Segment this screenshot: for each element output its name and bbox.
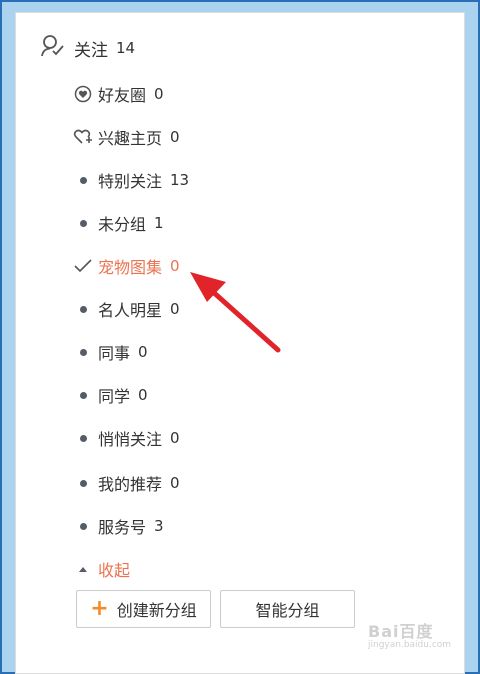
group-label: 名人明星 — [98, 301, 163, 320]
group-item-service-accounts[interactable]: 服务号 3 — [72, 514, 164, 538]
group-label: 我的推荐 — [98, 475, 163, 494]
smart-group-label: 智能分组 — [255, 601, 320, 620]
group-count: 0 — [170, 474, 180, 492]
group-item-special-follow[interactable]: 特别关注 13 — [72, 168, 189, 192]
group-item-colleagues[interactable]: 同事 0 — [72, 340, 148, 364]
group-label: 同学 — [98, 387, 131, 406]
group-count: 0 — [170, 300, 180, 318]
plus-icon: + — [90, 596, 109, 621]
collapse-link[interactable]: 收起 — [72, 557, 130, 581]
user-check-icon — [40, 34, 74, 63]
bullet-icon — [72, 298, 94, 320]
watermark-logo: Bai百度 — [368, 622, 434, 641]
group-count: 0 — [154, 85, 164, 103]
group-count: 0 — [138, 386, 148, 404]
group-label: 宠物图集 — [98, 258, 163, 277]
bullet-icon — [72, 341, 94, 363]
group-count: 1 — [154, 214, 164, 232]
bullet-icon — [72, 515, 94, 537]
bullet-icon — [72, 427, 94, 449]
create-group-button[interactable]: + 创建新分组 — [76, 590, 211, 628]
group-item-pet-gallery[interactable]: 宠物图集 0 — [72, 254, 180, 278]
bullet-icon — [72, 169, 94, 191]
heart-circle-icon — [72, 83, 94, 105]
group-count: 13 — [170, 171, 190, 189]
follow-count: 14 — [116, 39, 136, 57]
group-label: 特别关注 — [98, 172, 163, 191]
group-label: 兴趣主页 — [98, 129, 163, 148]
follow-label: 关注 — [74, 40, 108, 61]
group-item-my-recommend[interactable]: 我的推荐 0 — [72, 471, 180, 495]
bullet-icon — [72, 472, 94, 494]
follow-header[interactable]: 关注 14 — [40, 34, 136, 63]
group-item-celebrities[interactable]: 名人明星 0 — [72, 297, 180, 321]
smart-group-button[interactable]: 智能分组 — [220, 590, 355, 628]
group-count: 0 — [170, 429, 180, 447]
caret-up-icon — [72, 558, 94, 580]
group-item-secret-follow[interactable]: 悄悄关注 0 — [72, 426, 180, 450]
bullet-icon — [72, 212, 94, 234]
group-count: 0 — [138, 343, 148, 361]
group-item-friends-circle[interactable]: 好友圈 0 — [72, 82, 164, 106]
baidu-watermark: Bai百度 jingyan.baidu.com — [368, 618, 451, 650]
group-label: 未分组 — [98, 215, 147, 234]
group-item-interest-pages[interactable]: 兴趣主页 0 — [72, 125, 180, 149]
check-icon — [72, 255, 94, 277]
watermark-sub: jingyan.baidu.com — [368, 640, 452, 650]
heart-plus-icon — [72, 126, 94, 148]
group-label: 同事 — [98, 344, 131, 363]
group-label: 好友圈 — [98, 86, 147, 105]
group-count: 0 — [170, 257, 180, 275]
group-label: 服务号 — [98, 518, 147, 537]
collapse-label: 收起 — [98, 561, 131, 580]
group-count: 3 — [154, 517, 164, 535]
group-count: 0 — [170, 128, 180, 146]
create-group-label: 创建新分组 — [116, 601, 197, 620]
group-item-ungrouped[interactable]: 未分组 1 — [72, 211, 164, 235]
group-label: 悄悄关注 — [98, 430, 163, 449]
group-item-classmates[interactable]: 同学 0 — [72, 383, 148, 407]
bullet-icon — [72, 384, 94, 406]
